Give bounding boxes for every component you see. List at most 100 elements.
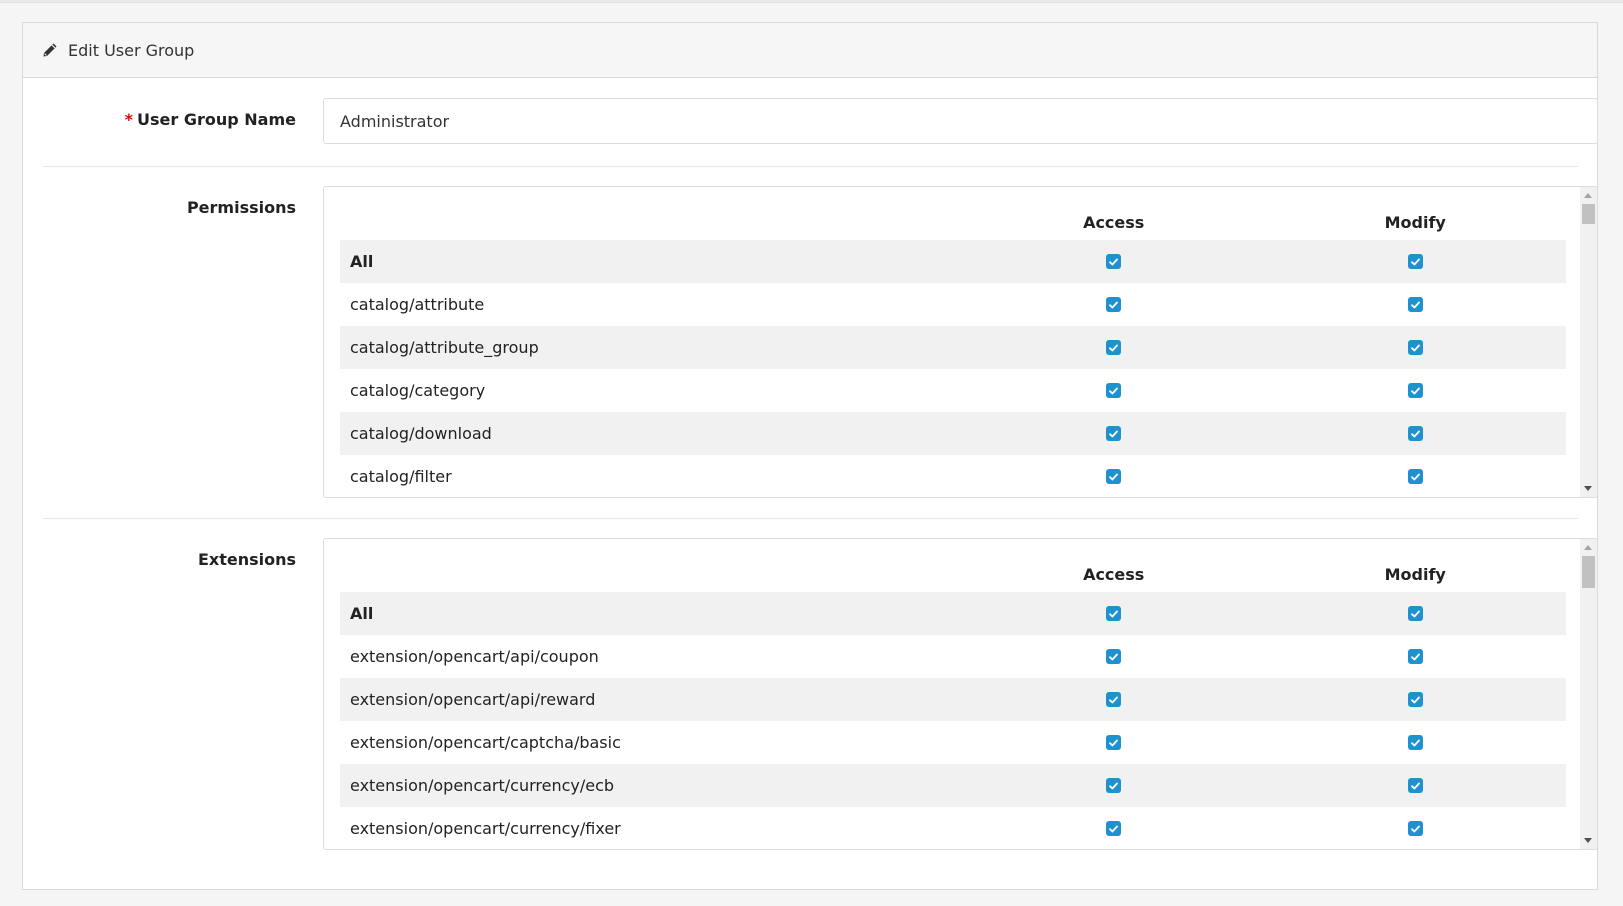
access-checkbox[interactable] bbox=[1106, 297, 1122, 312]
check-icon bbox=[1109, 610, 1119, 617]
table-row: catalog/attribute_group bbox=[340, 326, 1566, 369]
access-checkbox[interactable] bbox=[1106, 778, 1122, 793]
permission-name: catalog/download bbox=[350, 424, 492, 443]
permission-name: catalog/filter bbox=[350, 467, 452, 486]
modify-checkbox[interactable] bbox=[1407, 606, 1423, 621]
check-icon bbox=[1410, 825, 1420, 832]
access-checkbox[interactable] bbox=[1106, 426, 1122, 441]
table-row: extension/opencart/currency/ecb bbox=[340, 764, 1566, 807]
permissions-label: Permissions bbox=[186, 198, 296, 217]
modify-checkbox[interactable] bbox=[1407, 340, 1423, 355]
access-checkbox[interactable] bbox=[1106, 383, 1122, 398]
modify-cell bbox=[1264, 735, 1566, 750]
check-icon bbox=[1410, 387, 1420, 394]
modify-cell bbox=[1264, 692, 1566, 707]
modify-checkbox[interactable] bbox=[1407, 254, 1423, 269]
scroll-up-arrow-icon[interactable] bbox=[1584, 545, 1592, 550]
table-row: extension/opencart/api/coupon bbox=[340, 635, 1566, 678]
table-row: catalog/category bbox=[340, 369, 1566, 412]
check-icon bbox=[1109, 696, 1119, 703]
permission-name: All bbox=[350, 252, 374, 271]
modify-checkbox[interactable] bbox=[1407, 821, 1423, 836]
extensions-label: Extensions bbox=[197, 550, 296, 569]
access-cell bbox=[963, 649, 1265, 664]
table-row: All bbox=[340, 240, 1566, 283]
check-icon bbox=[1410, 610, 1420, 617]
access-cell bbox=[963, 340, 1265, 355]
access-checkbox[interactable] bbox=[1106, 340, 1122, 355]
scroll-thumb[interactable] bbox=[1582, 556, 1595, 588]
modify-checkbox[interactable] bbox=[1407, 383, 1423, 398]
modify-checkbox[interactable] bbox=[1407, 692, 1423, 707]
table-row: extension/opencart/api/reward bbox=[340, 678, 1566, 721]
access-cell bbox=[963, 821, 1265, 836]
permission-name: extension/opencart/api/reward bbox=[350, 690, 596, 709]
check-icon bbox=[1410, 473, 1420, 480]
check-icon bbox=[1410, 696, 1420, 703]
modify-cell bbox=[1264, 821, 1566, 836]
modify-checkbox[interactable] bbox=[1407, 469, 1423, 484]
access-checkbox[interactable] bbox=[1106, 649, 1122, 664]
access-checkbox[interactable] bbox=[1106, 692, 1122, 707]
scroll-thumb[interactable] bbox=[1582, 204, 1595, 224]
access-cell bbox=[963, 383, 1265, 398]
modify-cell bbox=[1264, 649, 1566, 664]
permissions-row: Permissions Access Modify All catalog/att… bbox=[43, 186, 1598, 498]
check-icon bbox=[1109, 344, 1119, 351]
modify-checkbox[interactable] bbox=[1407, 426, 1423, 441]
access-checkbox[interactable] bbox=[1106, 606, 1122, 621]
header-modify: Modify bbox=[1384, 565, 1446, 584]
access-cell bbox=[963, 778, 1265, 793]
access-cell bbox=[963, 426, 1265, 441]
access-cell bbox=[963, 692, 1265, 707]
check-icon bbox=[1410, 301, 1420, 308]
extensions-scroll-box[interactable]: Access Modify All extension/opencart/api/… bbox=[323, 538, 1598, 850]
required-marker: * bbox=[124, 110, 134, 129]
access-checkbox[interactable] bbox=[1106, 254, 1122, 269]
edit-user-group-panel: Edit User Group *User Group Name Permiss… bbox=[22, 22, 1598, 890]
modify-checkbox[interactable] bbox=[1407, 778, 1423, 793]
permission-name: catalog/attribute bbox=[350, 295, 485, 314]
check-icon bbox=[1109, 653, 1119, 660]
access-cell bbox=[963, 735, 1265, 750]
extensions-row: Extensions Access Modify All extension/op… bbox=[43, 538, 1598, 850]
permission-name: catalog/attribute_group bbox=[350, 338, 539, 357]
scroll-up-arrow-icon[interactable] bbox=[1584, 193, 1592, 198]
check-icon bbox=[1109, 782, 1119, 789]
scroll-down-arrow-icon[interactable] bbox=[1584, 838, 1592, 843]
table-row: catalog/filter bbox=[340, 455, 1566, 497]
user-group-name-input[interactable] bbox=[323, 98, 1598, 144]
modify-cell bbox=[1264, 778, 1566, 793]
check-icon bbox=[1109, 473, 1119, 480]
permission-name: All bbox=[350, 604, 374, 623]
check-icon bbox=[1109, 387, 1119, 394]
divider bbox=[43, 518, 1578, 519]
access-checkbox[interactable] bbox=[1106, 735, 1122, 750]
extensions-scrollbar[interactable] bbox=[1580, 539, 1597, 849]
access-checkbox[interactable] bbox=[1106, 469, 1122, 484]
check-icon bbox=[1410, 653, 1420, 660]
check-icon bbox=[1410, 344, 1420, 351]
modify-cell bbox=[1264, 469, 1566, 484]
check-icon bbox=[1410, 258, 1420, 265]
permissions-scroll-box[interactable]: Access Modify All catalog/attribute catalo… bbox=[323, 186, 1598, 498]
modify-cell bbox=[1264, 606, 1566, 621]
scroll-down-arrow-icon[interactable] bbox=[1584, 486, 1592, 491]
access-checkbox[interactable] bbox=[1106, 821, 1122, 836]
extensions-table-header: Access Modify bbox=[340, 539, 1566, 592]
modify-cell bbox=[1264, 254, 1566, 269]
modify-cell bbox=[1264, 297, 1566, 312]
table-row: extension/opencart/captcha/basic bbox=[340, 721, 1566, 764]
modify-checkbox[interactable] bbox=[1407, 735, 1423, 750]
check-icon bbox=[1109, 258, 1119, 265]
user-group-name-row: * User Group Name bbox=[43, 98, 1598, 144]
modify-checkbox[interactable] bbox=[1407, 649, 1423, 664]
permissions-table-header: Access Modify bbox=[340, 187, 1566, 240]
panel-heading: Edit User Group bbox=[23, 23, 1597, 78]
table-row: extension/opencart/currency/fixer bbox=[340, 807, 1566, 849]
divider bbox=[43, 166, 1578, 167]
modify-checkbox[interactable] bbox=[1407, 297, 1423, 312]
permission-name: extension/opencart/currency/ecb bbox=[350, 776, 615, 795]
permissions-scrollbar[interactable] bbox=[1580, 187, 1597, 497]
check-icon bbox=[1410, 430, 1420, 437]
